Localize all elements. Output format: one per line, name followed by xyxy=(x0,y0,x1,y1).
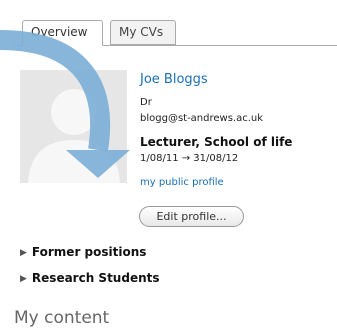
profile-title: Dr xyxy=(140,97,152,108)
section-research-students[interactable]: ▶ Research Students xyxy=(20,271,160,285)
profile-name-link[interactable]: Joe Bloggs xyxy=(140,72,208,87)
default-avatar-icon xyxy=(20,70,127,183)
edit-profile-button[interactable]: Edit profile... xyxy=(139,206,244,227)
tab-overview[interactable]: Overview xyxy=(22,20,103,46)
profile-position: Lecturer, School of life xyxy=(140,135,293,149)
profile-email: blogg@st-andrews.ac.uk xyxy=(140,113,264,124)
public-profile-link[interactable]: my public profile xyxy=(140,177,224,188)
avatar xyxy=(20,70,127,183)
tab-my-cvs[interactable]: My CVs xyxy=(110,20,176,45)
profile-page: Overview My CVs Joe Bloggs Dr blogg@st-a… xyxy=(0,0,337,335)
section-label: Former positions xyxy=(31,245,147,259)
section-label: Research Students xyxy=(31,271,160,285)
tab-bar: Overview My CVs xyxy=(0,20,337,46)
profile-dates: 1/08/11 → 31/08/12 xyxy=(140,153,239,164)
my-content-heading: My content xyxy=(14,308,110,328)
triangle-right-icon: ▶ xyxy=(20,274,27,284)
triangle-right-icon: ▶ xyxy=(20,248,27,258)
section-former-positions[interactable]: ▶ Former positions xyxy=(20,245,146,259)
